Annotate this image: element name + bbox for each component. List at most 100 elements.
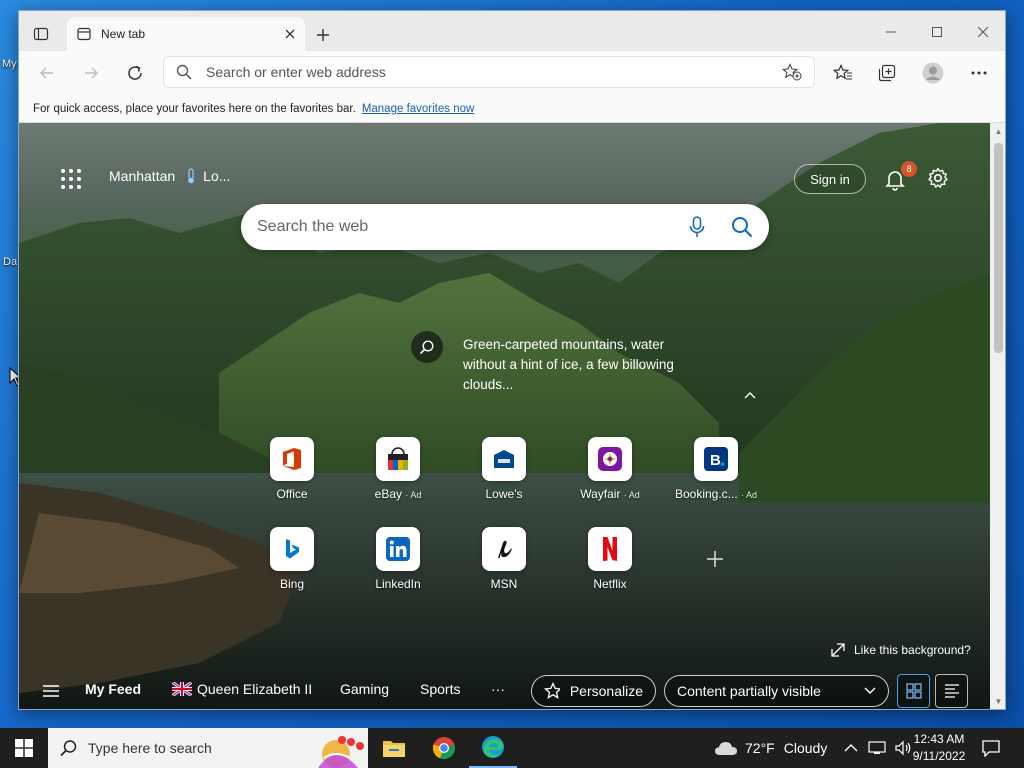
- manage-favorites-link[interactable]: Manage favorites now: [362, 103, 475, 115]
- avatar-icon: [922, 62, 944, 84]
- quick-link-msn[interactable]: MSN: [454, 527, 554, 591]
- scrollbar-thumb[interactable]: [994, 143, 1003, 353]
- taskbar-file-explorer[interactable]: [370, 728, 418, 768]
- close-tab-icon[interactable]: [285, 29, 295, 39]
- list-view-icon: [944, 684, 959, 698]
- image-info-button[interactable]: [411, 331, 443, 363]
- web-search-input[interactable]: [257, 218, 689, 236]
- image-caption[interactable]: Green-carpeted mountains, water without …: [463, 335, 703, 395]
- tile-label: MSN: [490, 577, 518, 591]
- hamburger-menu-icon[interactable]: [42, 684, 60, 698]
- taskbar-chrome[interactable]: [420, 728, 468, 768]
- app-launcher-button[interactable]: [59, 167, 83, 191]
- close-window-button[interactable]: [961, 19, 1005, 45]
- folder-icon: [383, 741, 405, 757]
- address-input[interactable]: [206, 64, 782, 80]
- maximize-button[interactable]: [915, 19, 959, 45]
- edge-icon: [482, 736, 504, 758]
- refresh-button[interactable]: [121, 61, 149, 85]
- feed-tab-gaming[interactable]: Gaming: [340, 681, 389, 697]
- new-tab-button[interactable]: [311, 23, 335, 47]
- search-icon: [60, 740, 77, 757]
- scroll-down-arrow-icon[interactable]: ▼: [990, 695, 1005, 709]
- start-button[interactable]: [0, 728, 48, 768]
- minimize-button[interactable]: [869, 19, 913, 45]
- profile-button[interactable]: [919, 61, 947, 85]
- tile-label: Netflix: [593, 577, 627, 591]
- back-button[interactable]: [33, 61, 61, 85]
- add-favorite-icon[interactable]: [782, 63, 802, 81]
- search-submit-icon[interactable]: [731, 216, 753, 238]
- tab-actions-icon: [33, 27, 49, 41]
- collections-icon: [878, 64, 896, 82]
- collapse-chevron-icon[interactable]: [743, 387, 757, 403]
- show-hidden-icons-chevron-icon[interactable]: [844, 743, 858, 753]
- tile-label: Booking.c...: [674, 487, 738, 501]
- sign-in-button[interactable]: Sign in: [794, 164, 866, 194]
- taskbar-search-input[interactable]: [88, 740, 288, 756]
- quick-link-office[interactable]: Office: [242, 437, 342, 501]
- personalize-button[interactable]: Personalize: [531, 675, 656, 707]
- desktop-icon-label[interactable]: My: [2, 58, 17, 70]
- uk-flag-icon: [172, 682, 192, 696]
- clock-date: 9/11/2022: [912, 749, 966, 763]
- web-search-box[interactable]: [241, 204, 769, 250]
- microphone-icon[interactable]: [689, 216, 705, 238]
- address-bar[interactable]: [163, 56, 815, 88]
- feed-tab-sports[interactable]: Sports: [420, 681, 460, 697]
- like-background-link[interactable]: Like this background?: [831, 643, 971, 657]
- quick-link-lowes[interactable]: Lowe's: [454, 437, 554, 501]
- quick-link-bing[interactable]: Bing: [242, 527, 342, 591]
- feed-more-button[interactable]: ···: [491, 681, 505, 697]
- quick-link-ebay[interactable]: eBay · Ad: [348, 437, 448, 501]
- content-visibility-dropdown[interactable]: Content partially visible: [664, 675, 889, 707]
- taskbar-weather[interactable]: 72°F Cloudy: [714, 728, 827, 768]
- browser-window: New tab Search or enter web address For …: [18, 10, 1006, 710]
- weather-temperature: 72°F: [745, 740, 775, 756]
- feed-tab-my-feed[interactable]: My Feed: [85, 681, 141, 697]
- lowes-icon: [482, 437, 526, 481]
- quick-link-wayfair[interactable]: Wayfair · Ad: [560, 437, 660, 501]
- browser-toolbar: [19, 51, 1005, 95]
- forward-button[interactable]: [77, 61, 105, 85]
- collections-button[interactable]: [873, 61, 901, 85]
- grid-layout-button[interactable]: [897, 674, 930, 708]
- new-tab-page: Manhattan Lo... Sign in 8 Green-carpeted…: [19, 123, 990, 709]
- list-layout-button[interactable]: [935, 674, 968, 708]
- close-icon: [977, 26, 989, 38]
- plus-icon: [707, 551, 723, 567]
- favorites-bar-hint: For quick access, place your favorites h…: [33, 102, 356, 115]
- settings-and-more-button[interactable]: [965, 61, 993, 85]
- quick-link-linkedin[interactable]: LinkedIn: [348, 527, 448, 591]
- grid-view-icon: [905, 683, 922, 699]
- tile-label: Wayfair: [580, 487, 621, 501]
- expand-icon: [831, 643, 845, 657]
- clock[interactable]: 12:43 AM 9/11/2022: [906, 731, 972, 765]
- favorites-bar: For quick access, place your favorites h…: [19, 95, 1005, 123]
- feed-tab-queen-elizabeth[interactable]: Queen Elizabeth II: [172, 681, 312, 697]
- new-tab-page-icon: [77, 27, 91, 41]
- quick-link-booking[interactable]: B Booking.c... · Ad: [666, 437, 766, 501]
- quick-link-netflix[interactable]: Netflix: [560, 527, 660, 591]
- tab-new-tab[interactable]: New tab: [67, 17, 305, 51]
- wayfair-icon: [588, 437, 632, 481]
- add-quick-link-button[interactable]: [700, 544, 730, 574]
- windows-logo-icon: [15, 739, 33, 757]
- favorites-icon: [833, 64, 852, 80]
- weather-widget[interactable]: Manhattan Lo...: [109, 168, 230, 184]
- tab-title: New tab: [101, 27, 146, 41]
- taskbar-search-box[interactable]: [48, 728, 368, 768]
- scroll-up-arrow-icon[interactable]: ▲: [990, 125, 1005, 139]
- network-icon[interactable]: [868, 740, 886, 756]
- notifications-button[interactable]: [982, 728, 1000, 768]
- tab-actions-button[interactable]: [27, 22, 55, 46]
- page-scrollbar[interactable]: ▲ ▼: [990, 123, 1005, 709]
- system-tray: [838, 728, 916, 768]
- taskbar-edge[interactable]: [469, 728, 517, 768]
- desktop-icon-label[interactable]: Da: [3, 256, 17, 268]
- thermometer-icon: [188, 168, 194, 184]
- page-settings-icon[interactable]: [926, 166, 950, 190]
- svg-text:B: B: [710, 452, 721, 469]
- favorites-button[interactable]: [829, 61, 857, 85]
- ad-badge: · Ad: [623, 490, 640, 500]
